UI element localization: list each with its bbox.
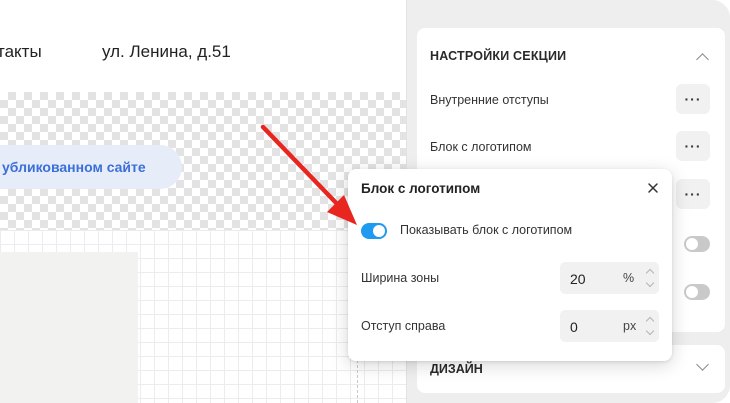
page-canvas: такты ул. Ленина, д.51 убликованном сайт… bbox=[0, 0, 406, 403]
zone-width-unit: % bbox=[623, 271, 635, 285]
image-placeholder-block[interactable] bbox=[0, 252, 138, 403]
increment-arrow-icon[interactable] bbox=[645, 268, 655, 278]
published-site-banner-text: убликованном сайте bbox=[2, 159, 146, 175]
site-header-preview: такты ул. Ленина, д.51 bbox=[0, 0, 406, 92]
close-icon[interactable] bbox=[646, 181, 660, 195]
design-section-title: ДИЗАЙН bbox=[430, 362, 483, 376]
show-logo-block-label: Показывать блок с логотипом bbox=[400, 223, 573, 237]
app-window: такты ул. Ленина, д.51 убликованном сайт… bbox=[0, 0, 730, 403]
expand-chevron-down-icon[interactable] bbox=[696, 358, 709, 371]
header-address: ул. Ленина, д.51 bbox=[102, 42, 231, 61]
panel-toggle-2[interactable] bbox=[684, 284, 710, 300]
panel-toggle-1[interactable] bbox=[684, 236, 710, 252]
more-dots-icon: ··· bbox=[684, 138, 702, 154]
popover-title: Блок с логотипом bbox=[361, 181, 481, 196]
decrement-arrow-icon[interactable] bbox=[645, 326, 655, 336]
published-site-banner[interactable]: убликованном сайте bbox=[0, 145, 182, 189]
section-settings-title: НАСТРОЙКИ СЕКЦИИ bbox=[430, 49, 567, 63]
row-label-logo-block: Блок с логотипом bbox=[430, 140, 532, 154]
more-dots-icon: ··· bbox=[684, 91, 702, 107]
zone-width-label: Ширина зоны bbox=[361, 271, 440, 285]
zone-width-input[interactable]: 20 % bbox=[560, 262, 659, 294]
show-logo-block-toggle[interactable] bbox=[361, 223, 387, 239]
right-offset-value: 0 bbox=[570, 319, 578, 335]
collapse-chevron-up-icon[interactable] bbox=[696, 53, 709, 66]
row-label-inner-padding: Внутренние отступы bbox=[430, 93, 549, 107]
right-offset-label: Отступ справа bbox=[361, 319, 446, 333]
zone-width-value: 20 bbox=[570, 271, 586, 287]
increment-arrow-icon[interactable] bbox=[645, 316, 655, 326]
inner-padding-more-button[interactable]: ··· bbox=[676, 84, 710, 114]
logo-block-popover: Блок с логотипом Показывать блок с логот… bbox=[348, 169, 672, 361]
right-offset-input[interactable]: 0 px bbox=[560, 310, 659, 342]
nav-link-contacts[interactable]: такты bbox=[0, 42, 42, 62]
third-row-more-button[interactable]: ··· bbox=[676, 179, 710, 209]
decrement-arrow-icon[interactable] bbox=[645, 278, 655, 288]
right-offset-unit: px bbox=[623, 319, 637, 333]
more-dots-icon: ··· bbox=[684, 186, 702, 202]
logo-block-more-button[interactable]: ··· bbox=[676, 131, 710, 161]
